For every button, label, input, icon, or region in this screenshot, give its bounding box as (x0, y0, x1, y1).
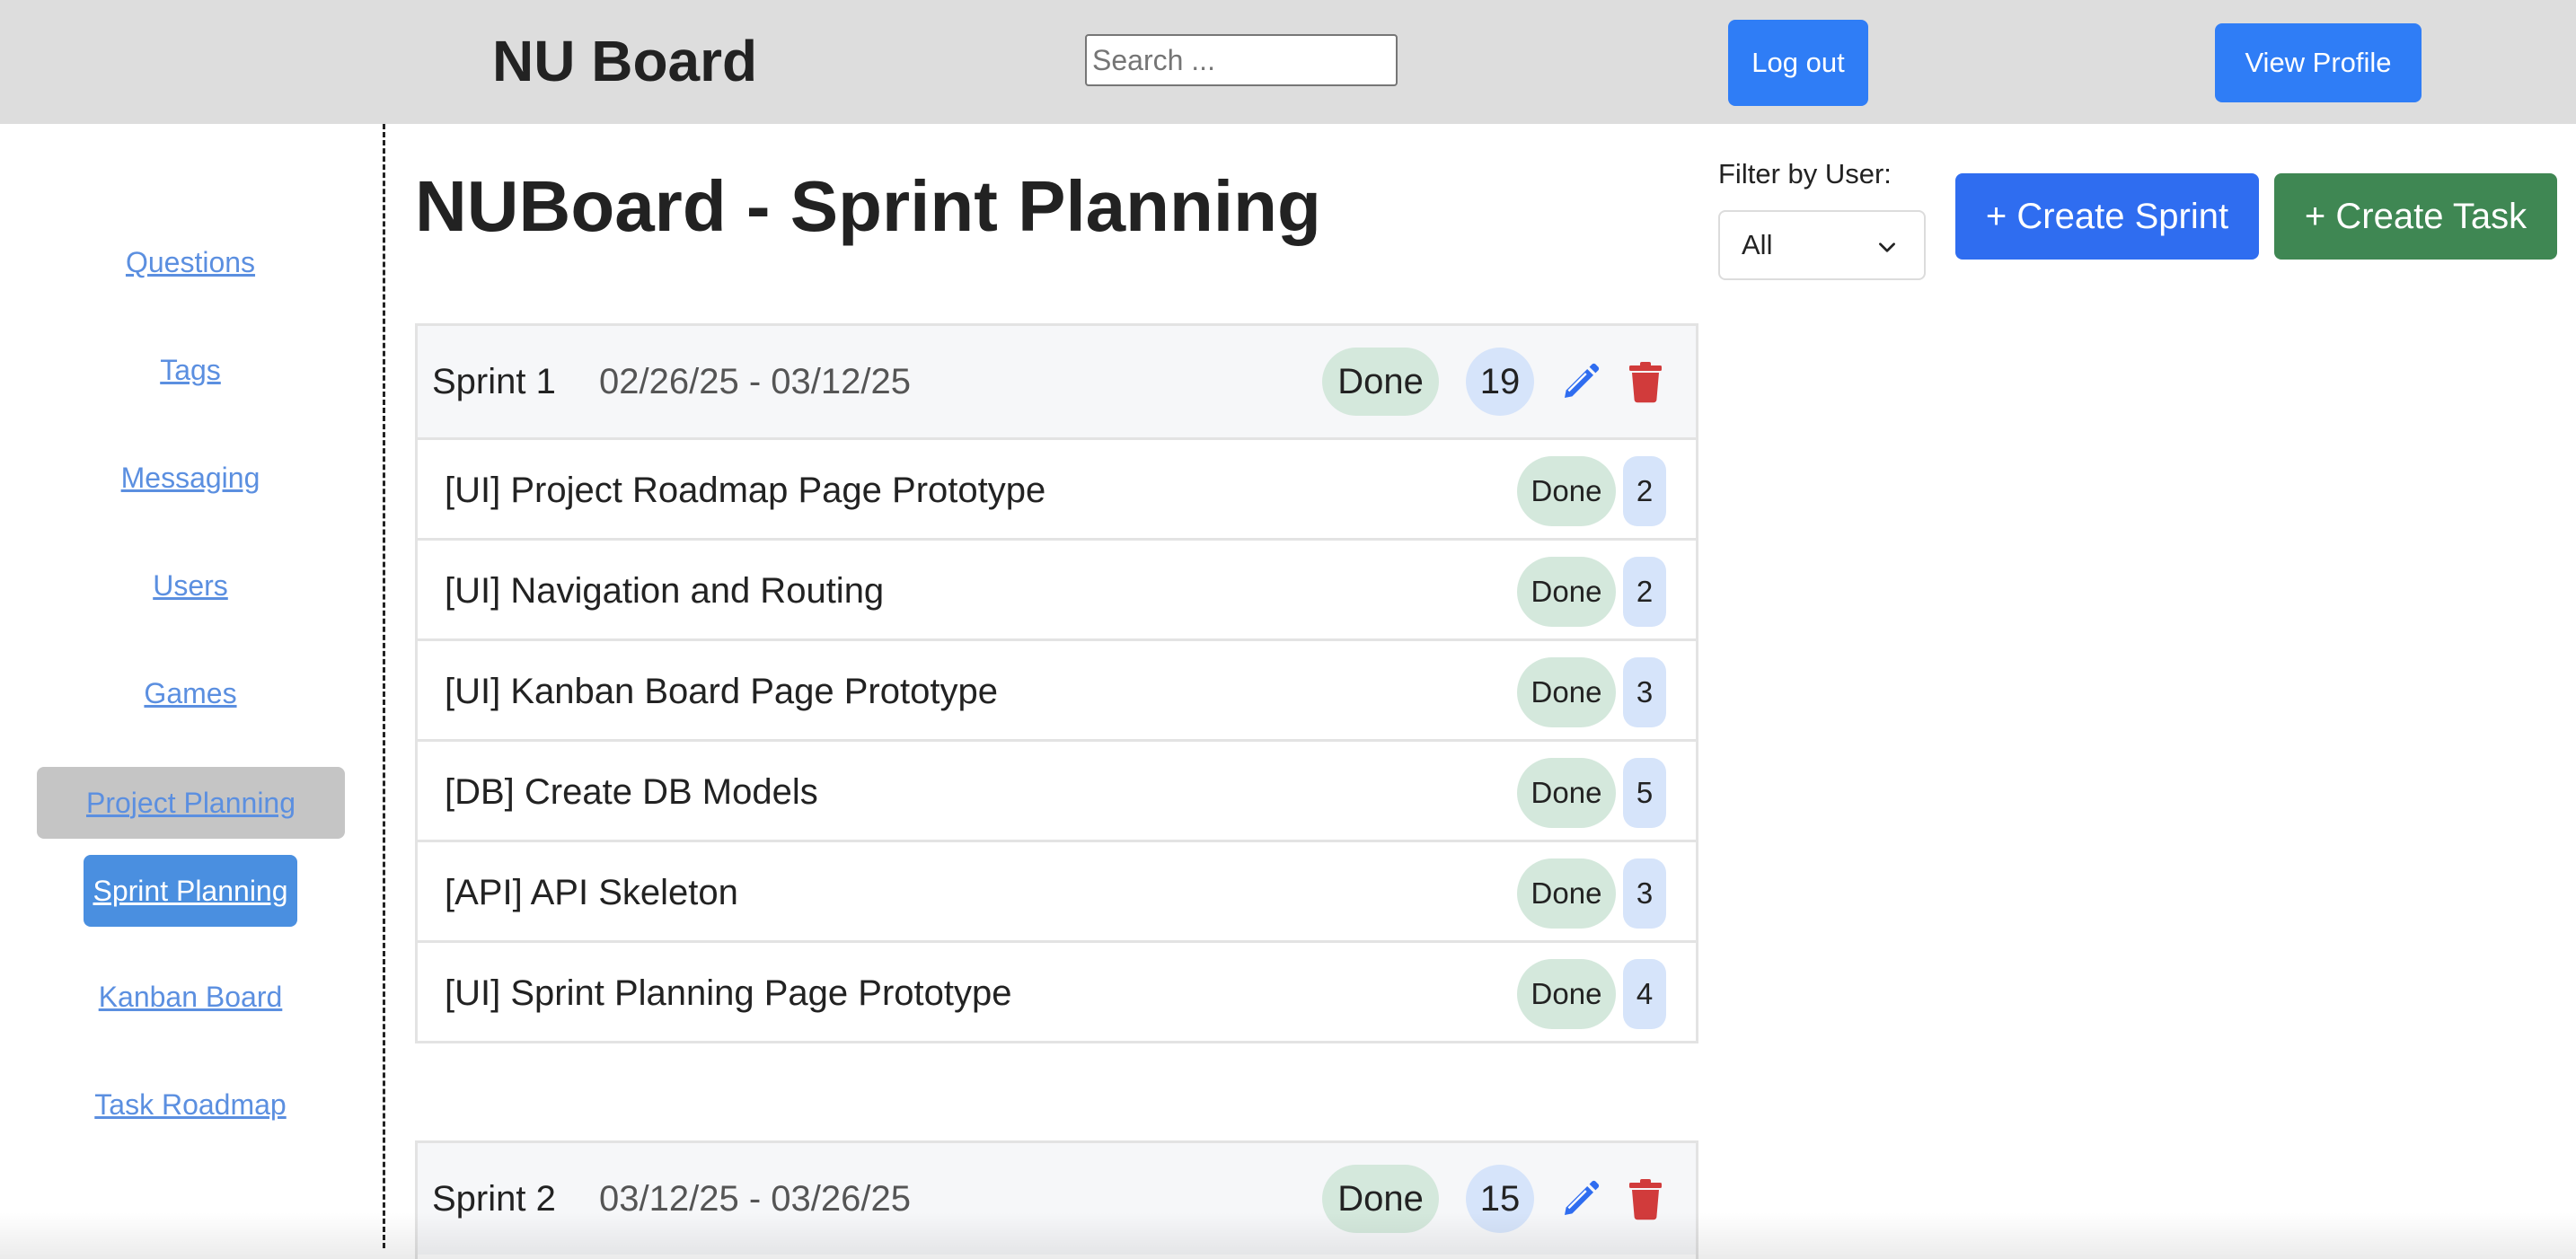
task-points-badge: 2 (1623, 456, 1666, 526)
user-filter-select[interactable]: All (1718, 210, 1926, 280)
sidebar-item-task-roadmap[interactable]: Task Roadmap (0, 1088, 381, 1122)
task-title: [UI] Sprint Planning Page Prototype (445, 973, 1012, 1013)
sprint-card: Sprint 2 03/12/25 - 03/26/25 Done 15 (415, 1140, 1698, 1259)
app-title: NU Board (492, 29, 758, 93)
task-status-badge: Done (1517, 959, 1616, 1029)
sidebar: Questions Tags Messaging Users Games Pro… (0, 124, 385, 1248)
filter-selected-value: All (1742, 229, 1773, 260)
page-title: NUBoard - Sprint Planning (415, 166, 1321, 246)
logout-button[interactable]: Log out (1728, 20, 1868, 106)
create-task-button[interactable]: + Create Task (2274, 173, 2557, 260)
sprint-header[interactable]: Sprint 2 03/12/25 - 03/26/25 Done 15 (418, 1143, 1696, 1255)
sprint-status-badge: Done (1322, 348, 1439, 416)
sprint-status-badge: Done (1322, 1165, 1439, 1233)
search-input[interactable] (1085, 34, 1398, 86)
sidebar-item-tags[interactable]: Tags (0, 354, 381, 387)
task-title: [UI] Navigation and Routing (445, 571, 885, 611)
task-title: [UI] Project Roadmap Page Prototype (445, 471, 1046, 510)
sprint-points-badge: 19 (1466, 348, 1534, 416)
sidebar-item-sprint-planning[interactable]: Sprint Planning (84, 855, 297, 927)
sidebar-item-messaging[interactable]: Messaging (0, 462, 381, 495)
create-sprint-button[interactable]: + Create Sprint (1955, 173, 2259, 260)
task-title: [UI] Kanban Board Page Prototype (445, 672, 998, 711)
task-row[interactable]: [UI] Navigation and Routing Done 2 (418, 538, 1696, 638)
edit-pencil-icon[interactable] (1559, 1177, 1602, 1220)
task-status-badge: Done (1517, 858, 1616, 929)
task-points-badge: 4 (1623, 959, 1666, 1029)
sprint-dates: 02/26/25 - 03/12/25 (599, 362, 911, 401)
task-row[interactable]: [API] API Skeleton Done 3 (418, 840, 1696, 940)
task-row[interactable]: [DB] Create DB Models Done 5 (418, 739, 1696, 840)
task-points-badge: 2 (1623, 557, 1666, 627)
task-status-badge: Done (1517, 657, 1616, 727)
top-header: NU Board Log out View Profile (0, 0, 2576, 124)
sidebar-item-users[interactable]: Users (0, 569, 381, 603)
sidebar-item-questions[interactable]: Questions (0, 246, 381, 279)
trash-icon[interactable] (1626, 360, 1665, 403)
task-row[interactable]: [UI] Project Roadmap Page Prototype Done… (418, 437, 1696, 538)
chevron-down-icon (1879, 242, 1895, 252)
sprint-header[interactable]: Sprint 1 02/26/25 - 03/12/25 Done 19 (418, 326, 1696, 437)
task-title: [API] API Skeleton (445, 873, 738, 912)
view-profile-button[interactable]: View Profile (2215, 23, 2422, 102)
task-points-badge: 3 (1623, 657, 1666, 727)
task-points-badge: 5 (1623, 758, 1666, 828)
sprint-name: Sprint 1 (432, 362, 556, 401)
sidebar-item-games[interactable]: Games (0, 677, 381, 710)
task-status-badge: Done (1517, 557, 1616, 627)
filter-label: Filter by User: (1718, 158, 1892, 189)
task-title: [DB] Create DB Models (445, 772, 818, 812)
sprint-card: Sprint 1 02/26/25 - 03/12/25 Done 19 [UI… (415, 323, 1698, 1043)
sidebar-item-kanban-board[interactable]: Kanban Board (0, 981, 381, 1014)
sprint-points-badge: 15 (1466, 1165, 1534, 1233)
sprint-dates: 03/12/25 - 03/26/25 (599, 1179, 911, 1219)
task-row[interactable]: [UI] Sprint Planning Page Prototype Done… (418, 940, 1696, 1041)
task-status-badge: Done (1517, 758, 1616, 828)
trash-icon[interactable] (1626, 1177, 1665, 1220)
sprint-name: Sprint 2 (432, 1179, 556, 1219)
task-row[interactable]: [UI] Kanban Board Page Prototype Done 3 (418, 638, 1696, 739)
task-points-badge: 3 (1623, 858, 1666, 929)
task-status-badge: Done (1517, 456, 1616, 526)
edit-pencil-icon[interactable] (1559, 360, 1602, 403)
sidebar-item-project-planning[interactable]: Project Planning (37, 767, 345, 839)
